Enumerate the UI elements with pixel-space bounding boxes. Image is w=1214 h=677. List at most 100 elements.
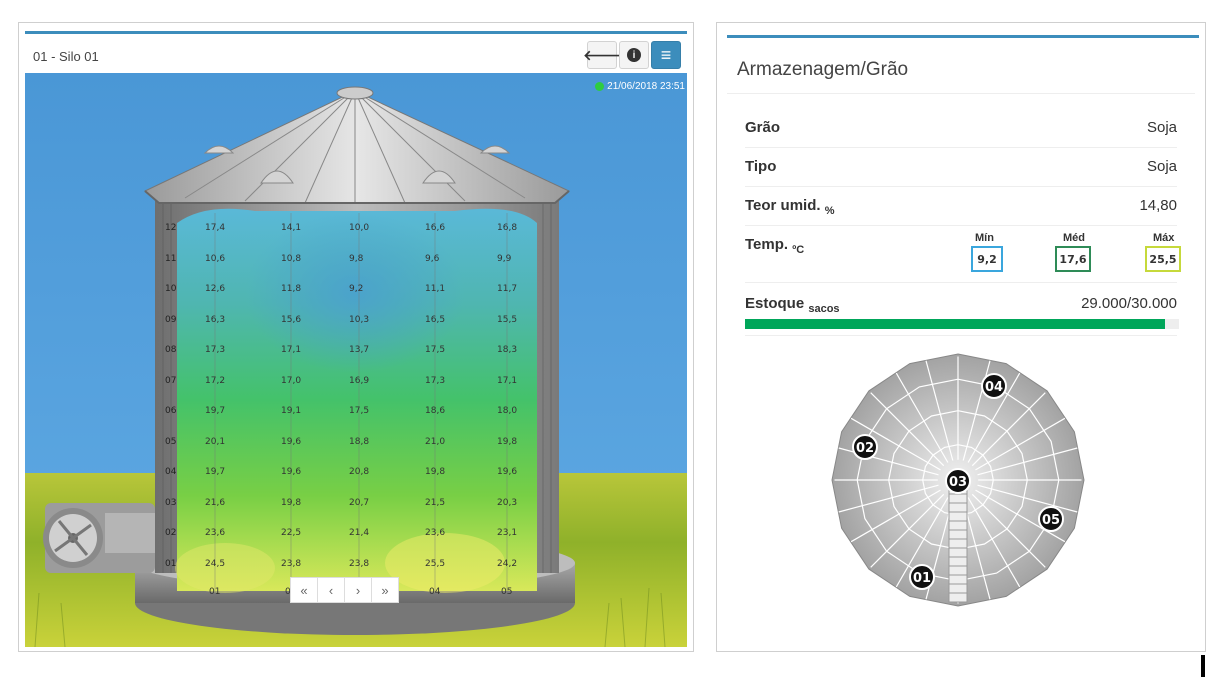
- cable-label: 05: [1042, 513, 1060, 528]
- temp-min-label: Mín: [975, 232, 994, 244]
- temperature-reading: 17,4: [205, 223, 226, 233]
- column-label: 05: [501, 587, 513, 597]
- temperature-reading: 20,1: [205, 436, 226, 447]
- temp-avg-label: Méd: [1063, 232, 1085, 244]
- stock-label: Estoque sacos: [745, 295, 840, 315]
- level-label: 01: [165, 558, 177, 569]
- temperature-reading: 19,7: [205, 406, 226, 416]
- cable-label: 04: [985, 380, 1003, 395]
- temperature-reading: 24,2: [497, 558, 518, 569]
- temperature-reading: 9,9: [497, 253, 512, 264]
- column-label: 04: [429, 587, 441, 597]
- temperature-reading: 15,5: [497, 314, 518, 325]
- temperature-reading: 21,6: [205, 497, 226, 508]
- storage-panel: Armazenagem/Grão Grão Soja Tipo Soja Teo…: [716, 22, 1206, 677]
- temperature-reading: 22,5: [281, 528, 302, 538]
- temperature-reading: 19,6: [281, 467, 302, 477]
- info-glyph: i: [632, 49, 636, 61]
- menu-button[interactable]: ≡: [651, 41, 681, 69]
- next-page-button[interactable]: ›: [344, 577, 372, 603]
- moisture-label-text: Teor umid.: [745, 197, 821, 214]
- temperature-reading: 17,2: [205, 375, 226, 386]
- temperature-reading: 17,1: [281, 345, 302, 355]
- temperature-reading: 11,7: [497, 284, 518, 294]
- moisture-row: Teor umid. % 14,80: [745, 187, 1177, 226]
- panel-accent-line: [25, 31, 687, 34]
- level-label: 11: [165, 253, 177, 264]
- column-label: 01: [209, 587, 221, 597]
- temperature-label-text: Temp.: [745, 236, 789, 253]
- stock-progress-bar: [745, 319, 1179, 329]
- silo-panel: 01 - Silo 01 🡐 i ≡ 12 11 10 09 08 07 06 …: [18, 22, 694, 652]
- temperature-reading: 23,6: [205, 528, 226, 538]
- temp-min-box: 9,2: [971, 246, 1003, 272]
- temperature-reading: 23,8: [349, 558, 370, 569]
- temperature-reading: 12,6: [205, 284, 226, 294]
- temp-avg-box: 17,6: [1055, 246, 1091, 272]
- grain-value: Soja: [1146, 119, 1177, 136]
- temperature-reading: 19,6: [497, 467, 518, 477]
- temperature-reading: 16,6: [425, 223, 446, 233]
- temperature-row: Temp. ºC Mín 9,2 Méd 17,6 Máx 25,5: [745, 226, 1181, 283]
- temperature-reading: 14,1: [281, 223, 302, 233]
- last-page-button[interactable]: »: [371, 577, 399, 603]
- temp-max-box: 25,5: [1145, 246, 1181, 272]
- temperature-reading: 9,8: [349, 253, 364, 264]
- toolbar: 🡐 i ≡: [583, 41, 681, 69]
- panel-accent-line: [727, 35, 1199, 38]
- stock-label-text: Estoque: [745, 295, 805, 312]
- info-button[interactable]: i: [619, 41, 649, 69]
- temperature-reading: 18,3: [497, 345, 518, 355]
- temperature-reading: 17,0: [281, 375, 302, 386]
- temperature-unit: ºC: [792, 244, 805, 256]
- temperature-reading: 16,9: [349, 375, 370, 386]
- temperature-reading: 18,8: [349, 436, 370, 447]
- type-label: Tipo: [745, 158, 777, 175]
- cable-label: 01: [913, 571, 931, 586]
- temperature-reading: 18,0: [497, 406, 518, 416]
- level-label: 12: [165, 223, 177, 233]
- temperature-reading: 15,6: [281, 314, 302, 325]
- temperature-reading: 17,3: [425, 375, 446, 386]
- temp-max-label: Máx: [1153, 232, 1175, 244]
- temperature-reading: 9,2: [349, 284, 364, 294]
- temperature-reading: 17,5: [349, 406, 370, 416]
- temperature-reading: 17,5: [425, 345, 446, 355]
- temperature-reading: 25,5: [425, 558, 446, 569]
- temperature-reading: 21,5: [425, 497, 446, 508]
- moisture-unit: %: [824, 205, 835, 217]
- menu-icon: ≡: [660, 44, 672, 65]
- temperature-reading: 16,3: [205, 314, 226, 325]
- temperature-reading: 23,1: [497, 528, 518, 538]
- level-label: 04: [165, 467, 177, 477]
- stock-value: 29.000/30.000: [1081, 295, 1177, 312]
- temperature-reading: 10,3: [349, 314, 370, 325]
- temperature-reading: 20,3: [497, 497, 518, 508]
- type-row: Tipo Soja: [745, 148, 1177, 187]
- level-label: 07: [165, 375, 177, 386]
- divider: [727, 93, 1195, 94]
- silo-scene: 12 11 10 09 08 07 06 05 04 03 02 01 17,4 14,1 10,0 16,…: [25, 73, 687, 647]
- temperature-label: Temp. ºC: [745, 236, 804, 256]
- status-timestamp: 21/06/2018 23:51: [607, 81, 685, 92]
- cable-label: 02: [856, 441, 874, 456]
- grain-row: Grão Soja: [745, 109, 1177, 148]
- type-value: Soja: [1146, 158, 1177, 175]
- temperature-reading: 13,7: [349, 345, 370, 355]
- temperature-reading: 20,7: [349, 497, 370, 508]
- temperature-reading: 16,8: [497, 223, 518, 233]
- temperature-reading: 19,8: [497, 436, 518, 447]
- temperature-reading: 17,1: [497, 375, 518, 386]
- level-label: 08: [165, 345, 177, 355]
- first-page-button[interactable]: «: [290, 577, 318, 603]
- back-button[interactable]: 🡐: [583, 41, 621, 69]
- level-label: 02: [165, 528, 177, 538]
- temperature-reading: 23,6: [425, 528, 446, 538]
- temperature-reading: 21,4: [349, 528, 370, 538]
- temperature-reading: 19,6: [281, 436, 302, 447]
- temperature-reading: 10,0: [349, 223, 370, 233]
- temperature-reading: 21,0: [425, 436, 446, 447]
- moisture-label: Teor umid. %: [745, 197, 835, 217]
- online-dot-icon: [595, 82, 605, 91]
- prev-page-button[interactable]: ‹: [317, 577, 345, 603]
